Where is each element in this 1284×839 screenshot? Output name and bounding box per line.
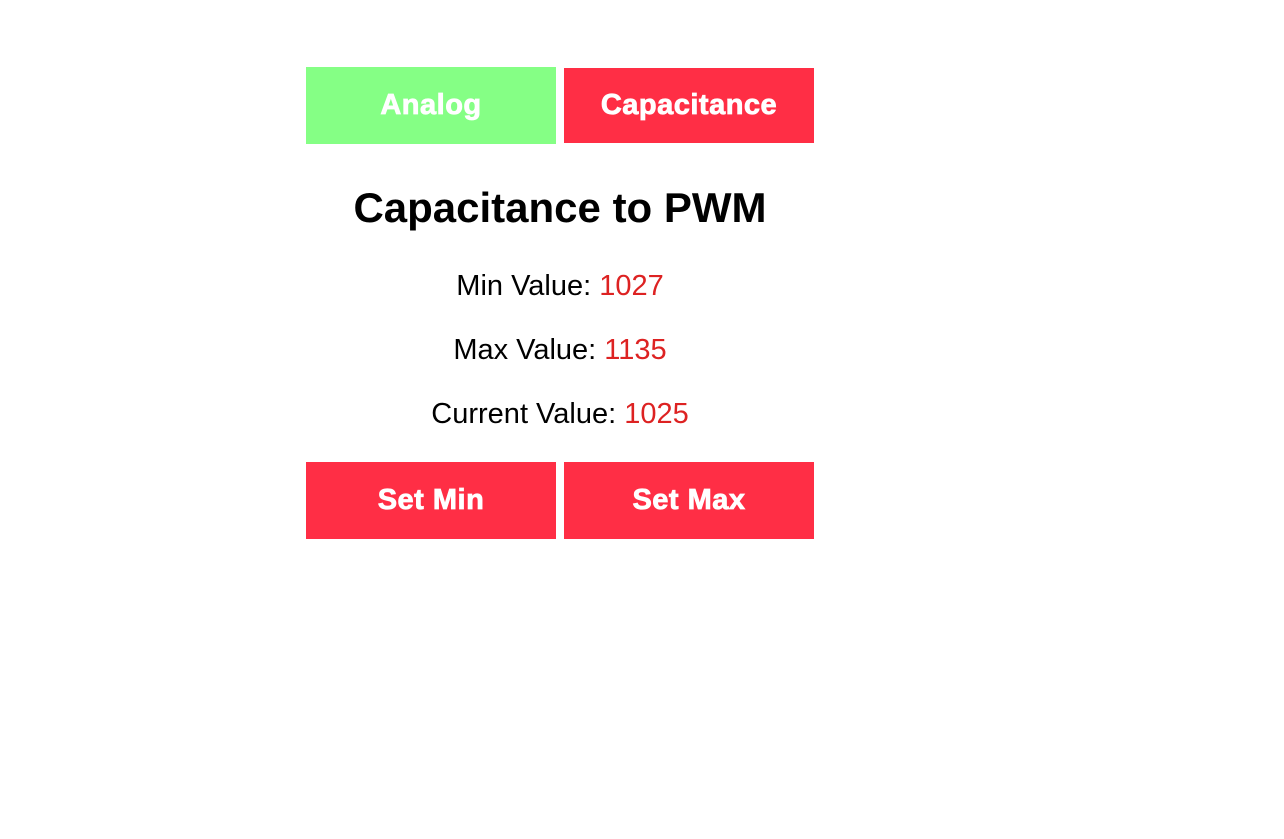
max-value-label: Max Value: xyxy=(453,334,605,366)
max-value-line: Max Value: 1135 xyxy=(306,333,814,367)
page-title: Capacitance to PWM xyxy=(353,184,767,231)
main-panel: Analog Capacitance Capacitance to PWM Mi… xyxy=(306,67,814,539)
min-value-label: Min Value: xyxy=(456,270,600,302)
mode-tabs: Analog Capacitance xyxy=(306,67,814,144)
analog-tab-button[interactable]: Analog xyxy=(306,67,556,144)
current-value-label: Current Value: xyxy=(431,398,625,430)
set-min-button[interactable]: Set Min xyxy=(306,462,556,539)
current-value-line: Current Value: 1025 xyxy=(306,397,814,431)
max-value-number: 1135 xyxy=(604,334,667,366)
min-value-number: 1027 xyxy=(599,270,664,302)
current-value-number: 1025 xyxy=(624,398,689,430)
set-max-button[interactable]: Set Max xyxy=(564,462,814,539)
min-value-line: Min Value: 1027 xyxy=(306,269,814,303)
capacitance-tab-button[interactable]: Capacitance xyxy=(564,68,814,143)
